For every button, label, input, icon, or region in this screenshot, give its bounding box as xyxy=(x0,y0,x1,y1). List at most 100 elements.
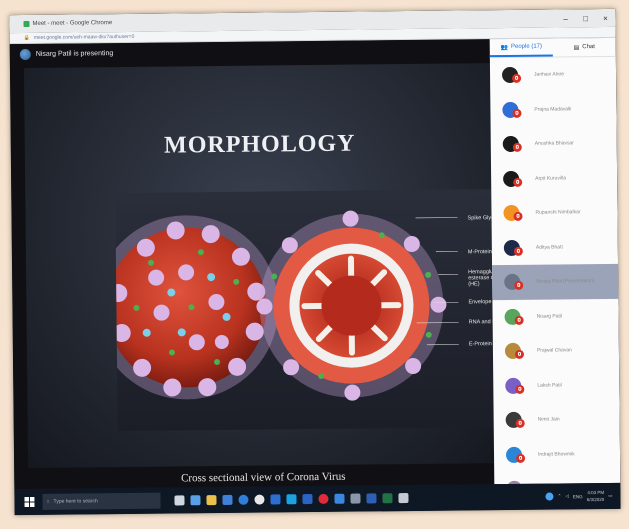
people-icon: 👥 xyxy=(500,44,509,51)
tab-people-label: People (17) xyxy=(510,43,543,50)
participant-name: Nisarg Patil xyxy=(536,313,563,320)
label-e-protein: E-Protein xyxy=(468,341,492,348)
participant-name: Nimit Jain xyxy=(537,416,560,423)
participant-name: Anushka Bhavsar xyxy=(534,140,575,147)
tray-app-icon[interactable] xyxy=(545,492,554,501)
participant-row[interactable]: Indrajit Bhowmik xyxy=(494,436,620,472)
slide-title: MORPHOLOGY xyxy=(163,130,356,159)
mic-off-icon xyxy=(512,143,522,153)
network-icon[interactable]: ⌃ xyxy=(558,493,562,499)
meet-stage: Nisarg Patil is presenting MORPHOLOGY Sp… xyxy=(9,39,515,490)
participant-name: Janhavi Ahire xyxy=(534,71,565,78)
system-tray: ⌃ ◁ ENG 4:03 PM 6/3/2020 ▭ xyxy=(545,489,621,504)
label-m-protein: M-Protein xyxy=(467,249,492,256)
task-view-icon[interactable] xyxy=(174,495,185,506)
participant-row[interactable]: Nisarg Patil (Presentation) xyxy=(492,263,619,300)
participant-avatar xyxy=(505,446,526,463)
taskbar-clock[interactable]: 4:03 PM 6/3/2020 xyxy=(587,489,605,503)
participant-row[interactable]: Nimit Jain xyxy=(493,402,619,438)
close-icon[interactable]: × xyxy=(595,13,615,22)
participant-list: Janhavi Ahire Prajna Madavalli Anushka Bha… xyxy=(490,57,621,507)
panel-tabs: 👥 People (17) ▤ Chat xyxy=(489,37,616,59)
participant-avatar xyxy=(502,136,522,153)
file-explorer-icon[interactable] xyxy=(206,495,217,506)
participant-row[interactable]: Prajna Madavalli xyxy=(490,91,616,127)
participant-row[interactable]: Aditya Bhatt xyxy=(492,229,618,265)
slide-caption: Cross sectional view of Corona Virus xyxy=(180,470,346,485)
participant-name: Nisarg Patil (Presentation) xyxy=(536,278,595,285)
taskbar-search[interactable]: ○ Type here to search xyxy=(42,492,161,510)
participant-row[interactable]: Arpit Kuruvilla xyxy=(491,160,617,196)
mic-off-icon xyxy=(514,281,524,291)
outlook-icon[interactable] xyxy=(302,494,313,505)
mic-off-icon xyxy=(513,177,523,187)
participant-row[interactable]: Nisarg Patil xyxy=(492,298,618,334)
maximize-icon[interactable]: □ xyxy=(575,14,595,23)
virus-illustration xyxy=(94,210,459,401)
presenter-avatar xyxy=(19,48,31,61)
people-panel: 👥 People (17) ▤ Chat Janhavi Ahire Prajna M… xyxy=(489,37,621,498)
lock-icon: 🔒 xyxy=(23,34,30,42)
language-indicator[interactable]: ENG xyxy=(573,494,583,499)
participant-name: Arpit Kuruvilla xyxy=(535,175,567,182)
mic-off-icon xyxy=(513,212,523,222)
skype-icon[interactable] xyxy=(286,494,297,505)
tab-chat-label: Chat xyxy=(582,44,595,51)
participant-row[interactable]: Prajwal Chavan xyxy=(493,333,619,369)
participant-avatar xyxy=(503,205,523,222)
photos-icon[interactable] xyxy=(270,494,281,505)
tab-chat[interactable]: ▤ Chat xyxy=(553,38,616,57)
excel-icon[interactable] xyxy=(382,493,393,504)
windows-taskbar: ○ Type here to search ⌃ ◁ ENG 4:03 PM 6/… xyxy=(14,482,621,516)
volume-icon[interactable]: ◁ xyxy=(565,493,569,499)
monitor-screen: Meet - meet - Google Chrome – □ × 🔒 meet… xyxy=(9,8,621,516)
notifications-icon[interactable]: ▭ xyxy=(608,493,612,499)
participant-avatar xyxy=(503,239,523,256)
participant-name: Indrajit Bhowmik xyxy=(537,451,575,458)
participant-avatar xyxy=(504,274,524,291)
participant-avatar xyxy=(504,343,525,360)
browser-tab[interactable]: Meet - meet - Google Chrome xyxy=(23,20,113,28)
word-icon[interactable] xyxy=(366,493,377,504)
meet-favicon-icon xyxy=(23,20,30,28)
store-icon[interactable] xyxy=(190,495,201,506)
presenter-banner: Nisarg Patil is presenting xyxy=(19,48,114,61)
participant-row[interactable]: Rupanshi Nimbalkar xyxy=(491,195,617,231)
chrome-icon[interactable] xyxy=(254,494,265,505)
participant-avatar xyxy=(504,308,524,325)
participant-row[interactable]: Laksh Patil xyxy=(493,367,619,403)
participant-name: Rupanshi Nimbalkar xyxy=(535,209,581,216)
label-envelope: Envelope xyxy=(468,299,492,306)
mail-icon[interactable] xyxy=(222,494,233,505)
minimize-icon[interactable]: – xyxy=(555,14,575,23)
app-icon[interactable] xyxy=(334,493,345,504)
tab-people[interactable]: 👥 People (17) xyxy=(489,38,553,58)
participant-avatar xyxy=(501,67,522,84)
mic-off-icon xyxy=(516,453,526,463)
mic-off-icon xyxy=(514,350,525,360)
participant-row[interactable]: Janhavi Ahire xyxy=(490,57,616,93)
participant-avatar xyxy=(502,101,522,118)
whole-virus xyxy=(94,215,279,400)
presentation-slide: MORPHOLOGY Spike M-Protein Hemagglutinin… xyxy=(23,63,515,484)
mic-off-icon xyxy=(515,419,525,429)
chat-icon: ▤ xyxy=(573,44,580,51)
edge-icon[interactable] xyxy=(238,494,249,505)
settings-icon[interactable] xyxy=(350,493,361,504)
participant-name: Aditya Bhatt xyxy=(535,244,563,251)
mic-off-icon xyxy=(512,108,522,118)
search-placeholder: Type here to search xyxy=(53,498,98,505)
search-icon: ○ xyxy=(46,498,50,505)
participant-name: Prajwal Chavan xyxy=(536,347,573,354)
opera-icon[interactable] xyxy=(318,493,329,504)
windows-start-icon[interactable] xyxy=(22,496,36,508)
participant-name: Laksh Patil xyxy=(537,382,562,389)
participant-avatar xyxy=(505,377,525,394)
mic-off-icon xyxy=(512,74,522,84)
participant-row[interactable]: Anushka Bhavsar xyxy=(491,126,617,162)
tab-title: Meet - meet - Google Chrome xyxy=(32,20,113,27)
participant-name: Prajna Madavalli xyxy=(534,106,572,113)
app2-icon[interactable] xyxy=(398,493,409,504)
presenter-text: Nisarg Patil is presenting xyxy=(35,50,114,58)
mic-off-icon xyxy=(515,384,525,394)
